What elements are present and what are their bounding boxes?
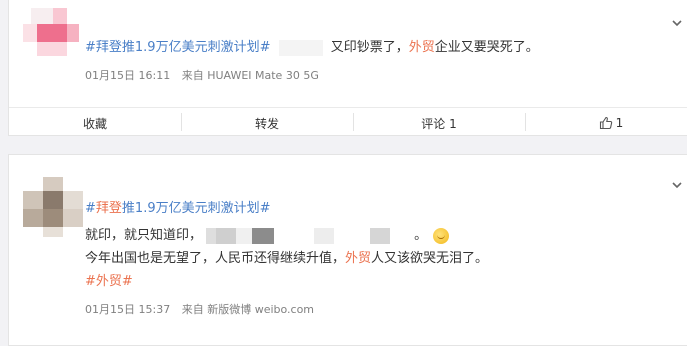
post-text-line-1: 就印，就只知道印， 。 — [85, 227, 450, 245]
redacted-text — [370, 227, 391, 244]
post-text-end: 企业又要哭死了。 — [434, 40, 539, 55]
topic-link[interactable]: #拜登推1.9万亿美元刺激计划# — [85, 40, 270, 55]
post-card-2: #拜登推1.9万亿美元刺激计划# 就印，就只知道印， 。 今年出国也是无望了，人… — [8, 154, 687, 346]
action-bar: 收藏 转发 评论 1 1 — [9, 107, 687, 138]
expand-menu-button[interactable] — [671, 179, 683, 191]
like-button[interactable]: 1 — [525, 108, 687, 138]
post-time[interactable]: 01月15日 15:37 — [85, 303, 170, 316]
post-text-line-2: 今年出国也是无望了，人民币还得继续升值，外贸人又该欲哭无泪了。 — [85, 250, 488, 268]
redacted-text — [206, 227, 217, 244]
redacted-text — [314, 227, 335, 244]
post-text-end: 人又该欲哭无泪了。 — [371, 251, 489, 266]
redacted-text — [334, 227, 371, 244]
redacted-text — [252, 227, 275, 244]
keyword-highlight: 外贸 — [408, 40, 435, 55]
tag-line: #外贸# — [85, 273, 133, 291]
redacted-text — [390, 227, 415, 244]
topic-hash: # — [85, 201, 96, 216]
post-meta: 01月15日 15:37 来自 新版微博 weibo.com — [85, 301, 322, 317]
redacted-text — [236, 227, 253, 244]
post-source: 来自 HUAWEI Mate 30 5G — [181, 69, 319, 82]
avatar[interactable] — [23, 177, 83, 237]
comment-label: 评论 1 — [421, 116, 457, 131]
thumbs-up-icon — [599, 116, 612, 130]
expand-menu-button[interactable] — [671, 17, 683, 29]
like-count: 1 — [615, 116, 624, 130]
keyword-highlight: 外贸 — [345, 251, 372, 266]
post-content: #拜登推1.9万亿美元刺激计划# 又印钞票了，外贸企业又要哭死了。 — [85, 39, 539, 57]
avatar[interactable] — [23, 8, 79, 62]
post-source: 来自 新版微博 weibo.com — [181, 303, 315, 316]
repost-label: 转发 — [254, 116, 279, 131]
redacted-text — [216, 227, 237, 244]
post-text: 今年出国也是无望了，人民币还得继续升值， — [85, 251, 346, 266]
topic-rest: 推1.9万亿美元刺激计划# — [121, 201, 271, 216]
post-text: 就印，就只知道印， — [85, 228, 203, 243]
smile-emoji-icon — [433, 227, 450, 244]
topic-keyword: 拜登 — [95, 201, 122, 216]
redacted-text — [274, 227, 315, 244]
chevron-down-icon — [672, 20, 682, 27]
post-card-1: #拜登推1.9万亿美元刺激计划# 又印钞票了，外贸企业又要哭死了。 01月15日… — [8, 0, 687, 136]
tag-link[interactable]: #外贸# — [85, 274, 133, 289]
post-text: 又印钞票了， — [330, 40, 409, 55]
topic-line: #拜登推1.9万亿美元刺激计划# — [85, 200, 271, 218]
redacted-text — [278, 39, 323, 56]
repost-button[interactable]: 转发 — [181, 108, 353, 138]
favorite-button[interactable]: 收藏 — [9, 108, 181, 138]
post-time[interactable]: 01月15日 16:11 — [85, 69, 170, 82]
topic-link[interactable]: #拜登推1.9万亿美元刺激计划# — [85, 201, 271, 216]
comment-button[interactable]: 评论 1 — [353, 108, 525, 138]
chevron-down-icon — [672, 182, 682, 189]
favorite-label: 收藏 — [82, 116, 107, 131]
post-text-end: 。 — [414, 228, 428, 243]
post-meta: 01月15日 16:11 来自 HUAWEI Mate 30 5G — [85, 67, 327, 83]
